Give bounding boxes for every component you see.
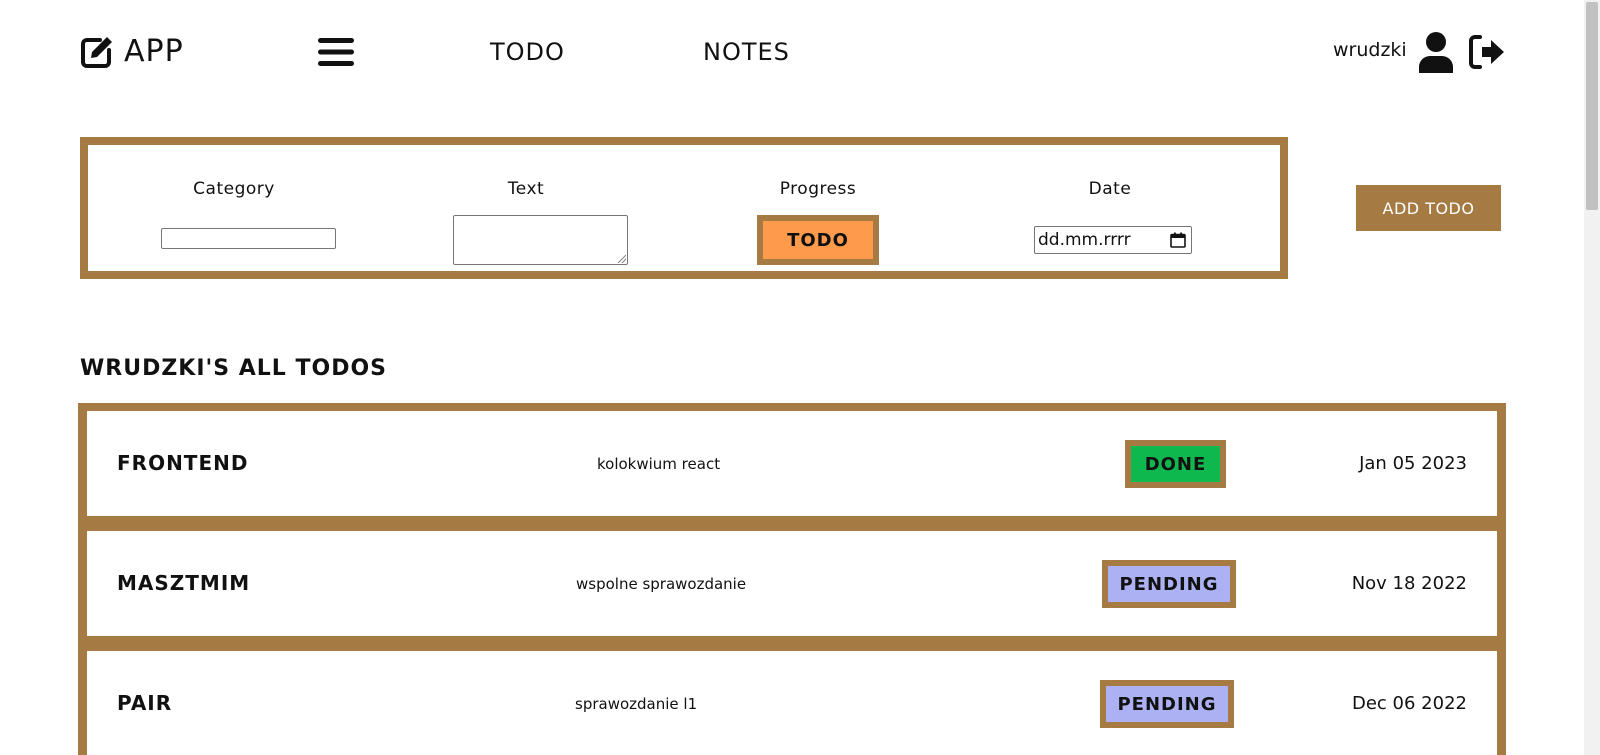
date-column: Date dd.mm.rrrr [964,145,1256,271]
vertical-scrollbar[interactable] [1584,0,1600,755]
category-input[interactable] [161,228,336,249]
todo-category: MASZTMIM [117,571,251,595]
nav-notes-link[interactable]: NOTES [703,38,790,66]
text-column: Text [380,145,672,271]
add-todo-form: Category Text Progress TODO Date dd.mm.r… [80,137,1288,279]
top-navbar: APP TODO NOTES wrudzki [0,0,1584,108]
todo-status-button[interactable]: PENDING [1100,680,1234,728]
todo-status-button[interactable]: PENDING [1102,560,1236,608]
todo-date: Nov 18 2022 [1351,573,1467,594]
user-icon[interactable] [1418,31,1454,73]
scrollbar-thumb[interactable] [1586,2,1598,210]
todos-section-title: WRUDZKI'S ALL TODOS [80,356,387,381]
brand[interactable]: APP [80,34,184,69]
category-column: Category [88,145,380,271]
date-placeholder: dd.mm.rrrr [1038,230,1131,250]
nav-todo-link[interactable]: TODO [490,38,565,66]
todo-row[interactable]: FRONTEND kolokwium react DONE Jan 05 202… [87,411,1497,516]
todo-date: Jan 05 2023 [1359,453,1467,474]
todo-status-button[interactable]: DONE [1125,440,1226,488]
progress-column: Progress TODO [672,145,964,271]
todo-text: wspolne sprawozdanie [576,575,747,593]
calendar-icon[interactable] [1170,232,1186,248]
brand-name: APP [124,34,184,69]
logout-icon[interactable] [1468,34,1506,70]
progress-label: Progress [779,179,857,199]
todo-category: FRONTEND [117,451,249,475]
todo-text: kolokwium react [597,455,721,473]
resize-grip-icon[interactable] [618,255,626,263]
todo-date: Dec 06 2022 [1352,693,1467,714]
date-label: Date [1088,179,1132,199]
todo-list: FRONTEND kolokwium react DONE Jan 05 202… [78,403,1506,755]
add-todo-button[interactable]: ADD TODO [1356,185,1501,231]
todo-row[interactable]: MASZTMIM wspolne sprawozdanie PENDING No… [87,531,1497,636]
text-label: Text [507,179,545,199]
todo-text: sprawozdanie l1 [575,695,698,713]
todo-category: PAIR [117,691,173,715]
progress-toggle-button[interactable]: TODO [757,215,879,265]
date-input[interactable]: dd.mm.rrrr [1034,226,1192,254]
username: wrudzki [1333,39,1407,61]
hamburger-menu-icon[interactable] [318,36,354,68]
category-label: Category [193,179,275,199]
text-input[interactable] [453,215,628,265]
todo-row[interactable]: PAIR sprawozdanie l1 PENDING Dec 06 2022 [87,651,1497,755]
edit-icon [81,36,112,68]
